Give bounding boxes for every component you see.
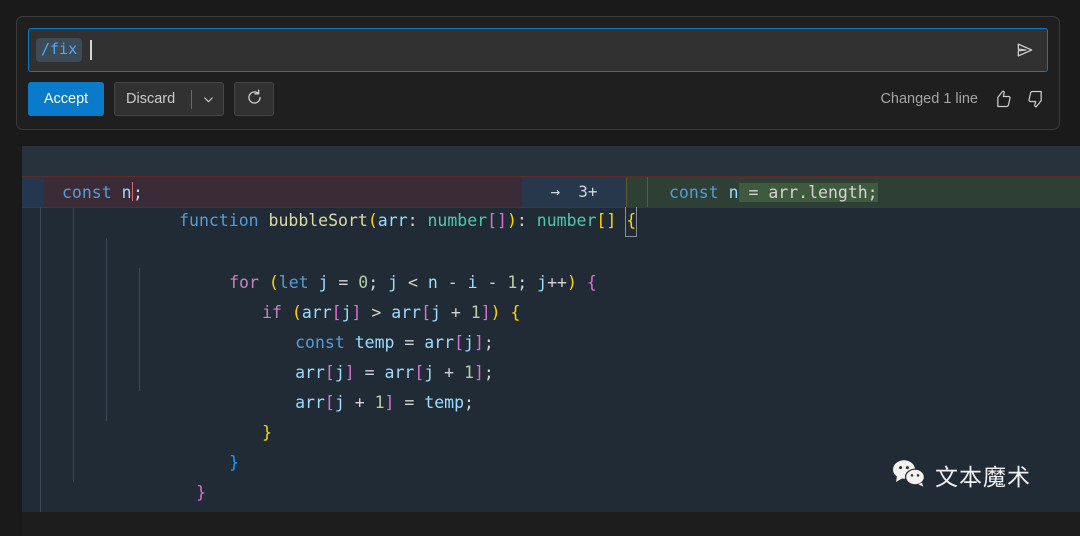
chat-input-row[interactable]: /fix (28, 28, 1048, 72)
send-icon[interactable] (1011, 36, 1039, 64)
token-bracket: { (500, 303, 521, 322)
token-op: : (407, 211, 428, 230)
token-bracket: ] (473, 363, 484, 382)
thumbs-up-icon[interactable] (991, 88, 1013, 110)
diff-added-text: const n = arr.length; (669, 177, 878, 209)
token-bracket-match-open: { (625, 205, 638, 237)
changed-lines-status: Changed 1 line (880, 91, 978, 107)
token-variable: arr (295, 393, 325, 412)
token-function-name: bubbleSort (268, 211, 368, 230)
token-bracket: } (262, 423, 273, 442)
token-bracket: ) (506, 211, 517, 230)
wechat-logo-icon (892, 459, 926, 492)
editor-left-strip (0, 146, 22, 536)
token-bracket: ) (566, 273, 577, 292)
token-op: ; (133, 183, 143, 202)
token-bracket: { (576, 273, 597, 292)
token-keyword: function (179, 211, 259, 230)
token-variable: n (121, 183, 132, 202)
token-inserted: = arr.length; (738, 183, 878, 202)
token-variable: n (728, 183, 739, 202)
chat-action-row: Accept Discard Changed 1 line (28, 82, 1048, 120)
token-keyword: const (62, 183, 122, 202)
indent-guide (73, 208, 74, 482)
token-bracket: [ (324, 393, 335, 412)
refresh-icon (245, 88, 264, 111)
token-number: 1 (374, 393, 385, 412)
diff-added-count: 3+ (578, 182, 598, 201)
token-op: : (516, 211, 537, 230)
diff-arrow-zone: → 3+ (522, 177, 626, 207)
inline-chat-widget: /fix Accept Discard Changed 1 line (16, 16, 1060, 130)
arrow-right-icon: → (550, 182, 561, 201)
editor-bottom-strip (22, 512, 1080, 536)
discard-separator (191, 90, 192, 109)
token-bracket: ( (367, 211, 378, 230)
token-bracket: [] (596, 211, 617, 230)
token-keyword: const (669, 183, 729, 202)
token-variable: temp (424, 393, 465, 412)
token-bracket: [] (487, 211, 507, 230)
diff-added-zone: const n = arr.length; (626, 177, 1080, 207)
chat-status-area: Changed 1 line (880, 82, 1048, 116)
token-op: ; (464, 393, 474, 412)
watermark-text: 文本魔术 (935, 465, 1031, 491)
indent-guide (647, 177, 648, 207)
discard-button[interactable]: Discard (114, 82, 224, 116)
watermark: 文本魔术 (892, 458, 1031, 492)
token-op: ++ (547, 273, 567, 292)
token-bracket: } (229, 453, 240, 472)
token-param: arr (377, 211, 408, 230)
token-type: number (427, 211, 488, 230)
regenerate-button[interactable] (234, 82, 274, 116)
token-type: number (536, 211, 597, 230)
token-op: ; (483, 363, 494, 382)
token-variable: j (537, 273, 548, 292)
token-variable: j (334, 393, 345, 412)
thumbs-down-icon[interactable] (1026, 88, 1048, 110)
token-op: + (344, 393, 375, 412)
text-caret (90, 40, 92, 60)
token-bracket: ] (384, 393, 395, 412)
chevron-down-icon[interactable] (200, 91, 216, 107)
code-line: function bubbleSort(arr: number[]): numb… (22, 146, 1080, 237)
screen-root: /fix Accept Discard Changed 1 line funct… (0, 0, 1080, 536)
accept-button[interactable]: Accept (28, 82, 104, 116)
indent-guide (40, 178, 41, 512)
token-op: = (394, 393, 425, 412)
discard-button-label: Discard (126, 91, 176, 107)
slash-command-chip[interactable]: /fix (36, 38, 83, 62)
